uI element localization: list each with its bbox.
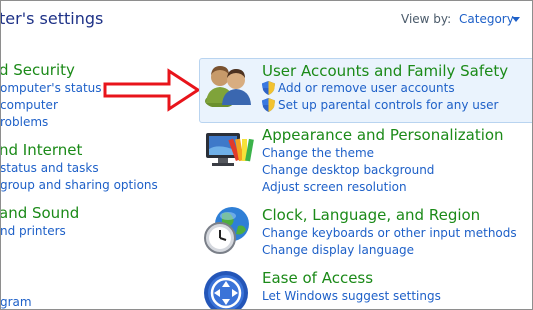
monitor-palette-icon[interactable] bbox=[204, 129, 254, 171]
category-heading-appearance[interactable]: Appearance and Personalization bbox=[262, 126, 504, 144]
red-arrow-annotation-icon bbox=[103, 68, 201, 112]
link-change-theme[interactable]: Change the theme bbox=[262, 146, 374, 160]
users-icon[interactable] bbox=[202, 61, 254, 107]
view-by-dropdown[interactable]: Category bbox=[459, 12, 514, 26]
category-heading-internet[interactable]: nd Internet bbox=[1, 141, 82, 159]
ease-of-access-icon[interactable] bbox=[202, 269, 250, 310]
link-windows-suggest-settings[interactable]: Let Windows suggest settings bbox=[262, 289, 441, 303]
link-problems[interactable]: roblems bbox=[1, 115, 48, 129]
link-add-remove-user-accounts[interactable]: Add or remove user accounts bbox=[278, 81, 455, 95]
category-heading-ease-of-access[interactable]: Ease of Access bbox=[262, 269, 373, 287]
chevron-down-icon[interactable] bbox=[512, 17, 520, 22]
control-panel-window: ter's settings View by: Category d Secur… bbox=[0, 0, 533, 310]
globe-clock-icon[interactable] bbox=[202, 204, 254, 256]
category-heading-security[interactable]: d Security bbox=[1, 61, 75, 79]
link-status-tasks[interactable]: status and tasks bbox=[1, 161, 99, 175]
uac-shield-icon bbox=[262, 81, 275, 95]
link-parental-controls[interactable]: Set up parental controls for any user bbox=[278, 98, 498, 112]
uac-shield-icon bbox=[262, 98, 275, 112]
link-program[interactable]: gram bbox=[1, 295, 32, 309]
category-heading-user-accounts[interactable]: User Accounts and Family Safety bbox=[262, 62, 508, 80]
link-computer[interactable]: computer bbox=[1, 98, 58, 112]
link-change-display-language[interactable]: Change display language bbox=[262, 243, 414, 257]
link-printers[interactable]: nd printers bbox=[1, 224, 66, 238]
page-title: ter's settings bbox=[0, 9, 104, 28]
category-heading-sound[interactable]: and Sound bbox=[1, 204, 79, 222]
category-heading-clock-language[interactable]: Clock, Language, and Region bbox=[262, 206, 480, 224]
link-computer-status[interactable]: omputer's status bbox=[1, 81, 102, 95]
link-homegroup-sharing[interactable]: group and sharing options bbox=[1, 178, 158, 192]
view-by-label: View by: bbox=[401, 12, 452, 26]
link-change-desktop-background[interactable]: Change desktop background bbox=[262, 163, 434, 177]
link-adjust-screen-resolution[interactable]: Adjust screen resolution bbox=[262, 180, 407, 194]
link-change-keyboards[interactable]: Change keyboards or other input methods bbox=[262, 226, 517, 240]
